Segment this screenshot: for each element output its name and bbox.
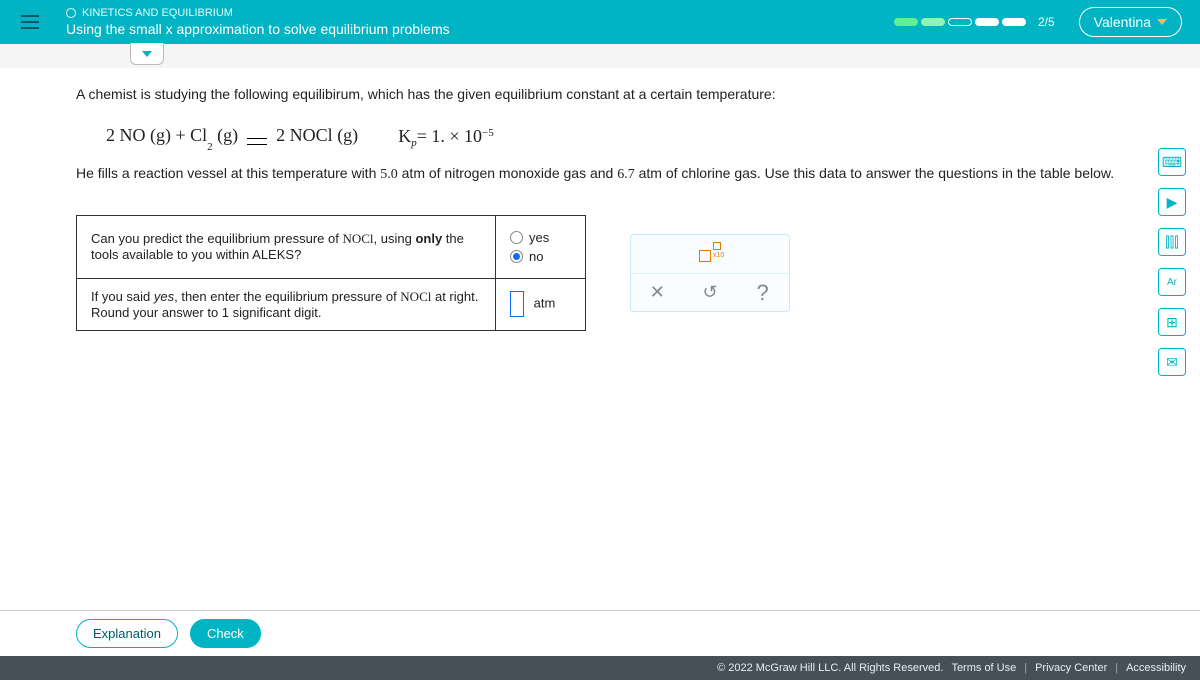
chevron-down-icon [1157, 19, 1167, 25]
problem-intro: A chemist is studying the following equi… [76, 84, 1124, 105]
math-toolbox: x10 ✕ ↺ ? [630, 234, 790, 312]
radio-icon [510, 231, 523, 244]
radio-no[interactable]: no [510, 249, 571, 264]
accessibility-link[interactable]: Accessibility [1126, 662, 1186, 674]
module-name: KINETICS AND EQUILIBRIUM [82, 7, 233, 19]
check-button[interactable]: Check [190, 619, 261, 648]
bars-button[interactable]: ⫿⫿⫿ [1158, 228, 1186, 256]
periodic-table-button[interactable]: Ar [1158, 268, 1186, 296]
progress-count: 2/5 [1038, 15, 1055, 29]
q2-answer: atm [496, 278, 586, 330]
progress-bar [894, 18, 1026, 26]
undo-tool[interactable]: ↺ [690, 282, 730, 303]
menu-button[interactable] [0, 0, 60, 44]
mail-button[interactable]: ✉ [1158, 348, 1186, 376]
footer: © 2022 McGraw Hill LLC. All Rights Reser… [0, 656, 1200, 680]
page-title: Using the small x approximation to solve… [66, 21, 894, 37]
user-menu[interactable]: Valentina [1079, 7, 1182, 37]
reaction: 2 NO (g) + Cl2 (g) 2 NOCl (g) [106, 125, 358, 149]
chevron-down-icon [142, 51, 152, 57]
sub-header [0, 44, 1200, 68]
content-area: A chemist is studying the following equi… [0, 68, 1200, 626]
q2-text: If you said yes, then enter the equilibr… [77, 278, 496, 330]
side-tools: ⌨ ▶ ⫿⫿⫿ Ar ⊞ ✉ [1158, 148, 1192, 376]
copyright: © 2022 McGraw Hill LLC. All Rights Reser… [717, 662, 943, 674]
terms-link[interactable]: Terms of Use [951, 662, 1016, 674]
progress: 2/5 [894, 15, 1055, 29]
header-text: KINETICS AND EQUILIBRIUM Using the small… [60, 7, 894, 37]
app-header: KINETICS AND EQUILIBRIUM Using the small… [0, 0, 1200, 44]
bottom-bar: Explanation Check [0, 610, 1200, 656]
radio-icon [510, 250, 523, 263]
explanation-button[interactable]: Explanation [76, 619, 178, 648]
module-label: KINETICS AND EQUILIBRIUM [66, 7, 894, 19]
radio-yes[interactable]: yes [510, 230, 571, 245]
privacy-link[interactable]: Privacy Center [1035, 662, 1107, 674]
q1-text: Can you predict the equilibrium pressure… [77, 215, 496, 278]
ring-icon [66, 8, 76, 18]
sci-notation-tool[interactable]: x10 [690, 242, 730, 267]
question-table: Can you predict the equilibrium pressure… [76, 215, 586, 331]
dropdown-tab[interactable] [130, 43, 164, 65]
data-button[interactable]: ⊞ [1158, 308, 1186, 336]
sci-notation-icon: x10 [699, 242, 721, 262]
play-button[interactable]: ▶ [1158, 188, 1186, 216]
hamburger-icon [21, 15, 39, 29]
answer-unit: atm [534, 296, 556, 311]
close-tool[interactable]: ✕ [637, 282, 677, 303]
q1-options: yes no [496, 215, 586, 278]
answer-input[interactable] [510, 291, 524, 317]
user-name: Valentina [1094, 14, 1151, 30]
calculator-button[interactable]: ⌨ [1158, 148, 1186, 176]
equilibrium-constant: Kp = 1. × 10−5 [398, 126, 494, 147]
help-tool[interactable]: ? [743, 280, 783, 306]
reaction-equation: 2 NO (g) + Cl2 (g) 2 NOCl (g) Kp = 1. × … [76, 119, 1124, 163]
problem-setup: He fills a reaction vessel at this tempe… [76, 163, 1124, 185]
